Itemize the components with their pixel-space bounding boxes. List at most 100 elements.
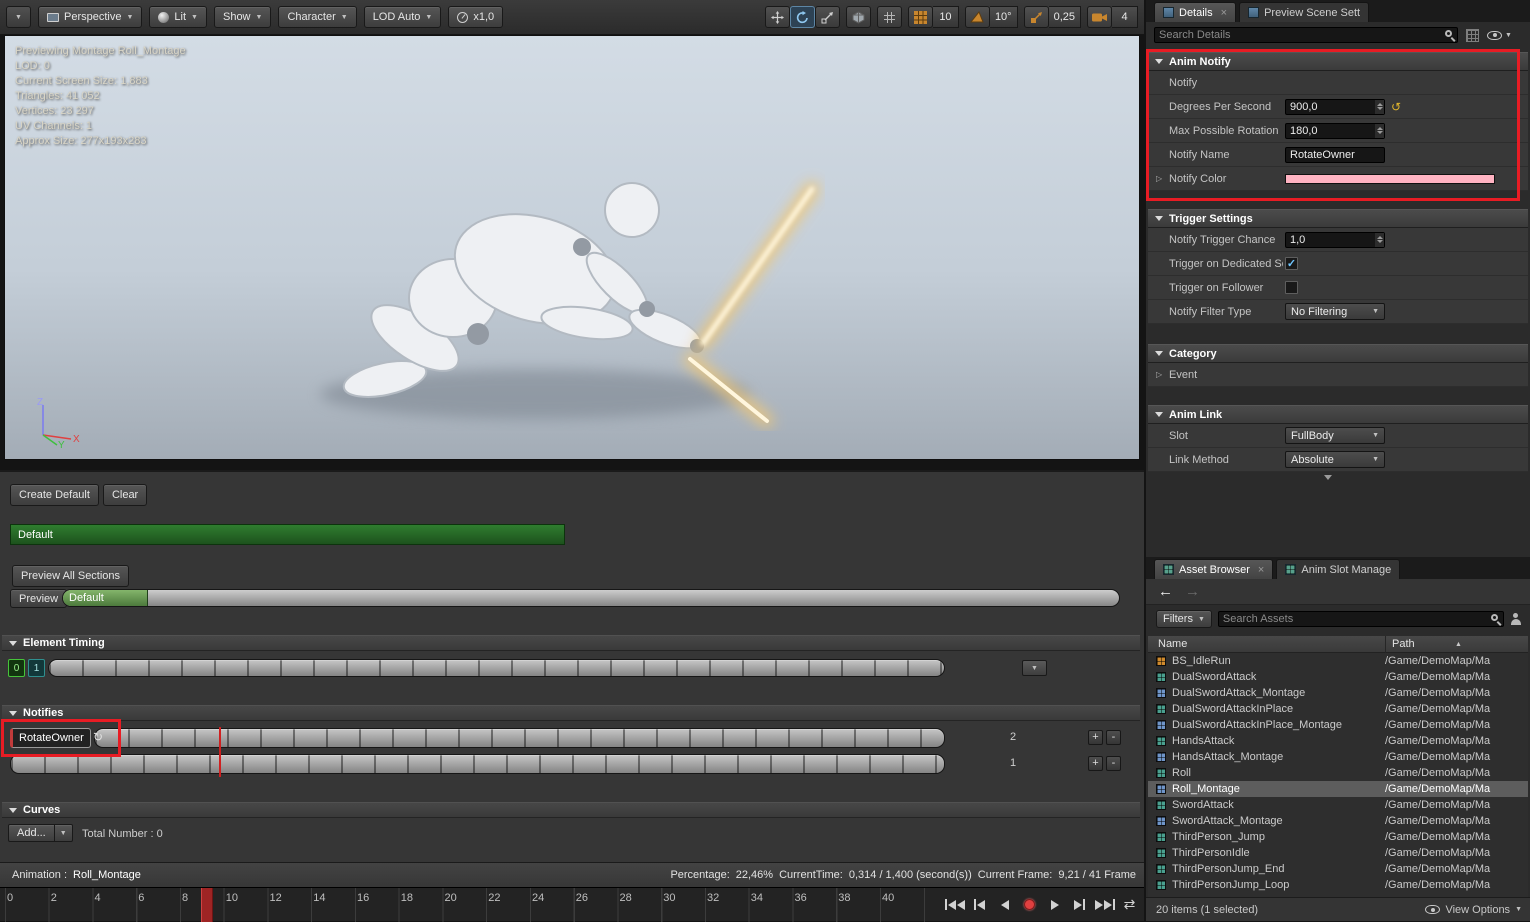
rotation-snap-toggle[interactable] bbox=[965, 6, 990, 28]
rotateowner-notify[interactable]: RotateOwner bbox=[10, 728, 91, 748]
step-forward-button[interactable] bbox=[1067, 892, 1092, 917]
asset-row[interactable]: Roll/Game/DemoMap/Ma bbox=[1148, 765, 1528, 781]
to-end-button[interactable] bbox=[1092, 892, 1117, 917]
element-timing-track[interactable] bbox=[48, 659, 945, 677]
preview-sections-bar[interactable]: Default bbox=[62, 589, 1120, 607]
reset-to-default-icon[interactable]: ↺ bbox=[1391, 101, 1401, 113]
move-tool-button[interactable] bbox=[765, 6, 790, 28]
asset-row[interactable]: SwordAttack/Game/DemoMap/Ma bbox=[1148, 797, 1528, 813]
slot-dropdown[interactable]: FullBody▼ bbox=[1285, 427, 1385, 444]
asset-row[interactable]: ThirdPerson_Jump/Game/DemoMap/Ma bbox=[1148, 829, 1528, 845]
rotation-snap-value-button[interactable]: 10° bbox=[990, 6, 1018, 28]
loop-button[interactable]: ⇄ bbox=[1117, 892, 1142, 917]
montage-section-default[interactable]: Default bbox=[10, 524, 565, 545]
degrees-per-second-input[interactable] bbox=[1285, 99, 1385, 115]
close-icon[interactable]: × bbox=[1221, 7, 1227, 19]
preview-button[interactable]: Preview bbox=[10, 589, 67, 608]
viewport-3d[interactable]: Previewing Montage Roll_MontageLOD: 0Cur… bbox=[4, 35, 1140, 460]
asset-row[interactable]: ThirdPersonIdle/Game/DemoMap/Ma bbox=[1148, 845, 1528, 861]
element-timing-header[interactable]: Element Timing bbox=[2, 635, 1140, 651]
view-visibility-button[interactable]: ▼ bbox=[1487, 31, 1512, 40]
surface-snap-button[interactable] bbox=[877, 6, 902, 28]
filters-button[interactable]: Filters▼ bbox=[1156, 610, 1212, 628]
timeline-ruler[interactable]: ⇄ 0246810121416182022242628303234363840 bbox=[0, 887, 1144, 921]
scale-snap-value-button[interactable]: 0,25 bbox=[1049, 6, 1081, 28]
curves-header[interactable]: Curves bbox=[2, 802, 1140, 818]
create-default-button[interactable]: Create Default bbox=[10, 484, 99, 506]
record-button[interactable] bbox=[1017, 892, 1042, 917]
numeric-spinner[interactable] bbox=[1375, 124, 1384, 138]
dedicated-server-checkbox[interactable] bbox=[1285, 257, 1298, 270]
grid-snap-toggle[interactable] bbox=[908, 6, 933, 28]
preview-all-sections-button[interactable]: Preview All Sections bbox=[12, 565, 129, 587]
search-details-input[interactable] bbox=[1154, 27, 1458, 43]
display-filter-icon[interactable] bbox=[1466, 29, 1479, 42]
details-expander[interactable] bbox=[1324, 480, 1332, 492]
timeline-playhead[interactable] bbox=[201, 888, 213, 922]
search-assets-input[interactable] bbox=[1218, 611, 1504, 627]
step-backward-button[interactable] bbox=[967, 892, 992, 917]
track1-add-button[interactable]: + bbox=[1088, 730, 1103, 745]
grid-snap-value-button[interactable]: 10 bbox=[933, 6, 959, 28]
character-button[interactable]: Character▼ bbox=[278, 6, 356, 28]
timing-display-dropdown[interactable]: ▼ bbox=[1022, 660, 1047, 676]
close-icon[interactable]: × bbox=[1258, 564, 1264, 576]
expand-arrow-icon[interactable]: ▷ bbox=[1156, 174, 1162, 183]
notify-track-1[interactable] bbox=[94, 728, 945, 748]
asset-row[interactable]: Roll_Montage/Game/DemoMap/Ma bbox=[1148, 781, 1528, 797]
asset-row[interactable]: ThirdPersonJump_End/Game/DemoMap/Ma bbox=[1148, 861, 1528, 877]
link-method-dropdown[interactable]: Absolute▼ bbox=[1285, 451, 1385, 468]
tab-asset-browser[interactable]: Asset Browser × bbox=[1154, 559, 1273, 579]
tab-anim-slot-manager[interactable]: Anim Slot Manage bbox=[1276, 559, 1400, 579]
max-possible-rotation-input[interactable] bbox=[1285, 123, 1385, 139]
expand-arrow-icon[interactable]: ▷ bbox=[1156, 370, 1162, 379]
notify-name-input[interactable] bbox=[1285, 147, 1385, 163]
asset-row[interactable]: DualSwordAttackInPlace_Montage/Game/Demo… bbox=[1148, 717, 1528, 733]
lod-auto-button[interactable]: LOD Auto▼ bbox=[364, 6, 442, 28]
trigger-settings-header[interactable]: Trigger Settings bbox=[1148, 209, 1528, 228]
add-curve-dropdown[interactable]: ▼ bbox=[55, 824, 73, 842]
column-divider[interactable] bbox=[1385, 636, 1386, 653]
lit-button[interactable]: Lit▼ bbox=[149, 6, 207, 28]
column-name[interactable]: Name bbox=[1158, 638, 1187, 650]
coordinate-space-button[interactable] bbox=[846, 6, 871, 28]
tab-preview-scene-settings[interactable]: Preview Scene Sett bbox=[1239, 2, 1369, 22]
asset-row[interactable]: DualSwordAttack/Game/DemoMap/Ma bbox=[1148, 669, 1528, 685]
column-path[interactable]: Path bbox=[1392, 638, 1415, 650]
anim-notify-header[interactable]: Anim Notify bbox=[1148, 52, 1528, 71]
timing-marker-1[interactable]: 1 bbox=[28, 659, 45, 677]
forward-arrow-icon[interactable]: → bbox=[1185, 583, 1200, 600]
numeric-spinner[interactable] bbox=[1375, 233, 1384, 247]
notify-trigger-chance-input[interactable] bbox=[1285, 232, 1385, 248]
camera-speed-button[interactable] bbox=[1087, 6, 1112, 28]
track2-add-button[interactable]: + bbox=[1088, 756, 1103, 771]
perspective-button[interactable]: Perspective▼ bbox=[38, 6, 142, 28]
numeric-spinner[interactable] bbox=[1375, 100, 1384, 114]
notify-color-swatch[interactable] bbox=[1285, 174, 1495, 184]
camera-speed-value-button[interactable]: 4 bbox=[1112, 6, 1138, 28]
asset-row[interactable]: HandsAttack_Montage/Game/DemoMap/Ma bbox=[1148, 749, 1528, 765]
notify-track-2[interactable] bbox=[10, 754, 945, 774]
preview-default-segment[interactable]: Default bbox=[63, 590, 148, 606]
back-arrow-icon[interactable]: ← bbox=[1158, 583, 1173, 600]
category-header[interactable]: Category bbox=[1148, 344, 1528, 363]
notify-sync-icon[interactable]: ↻ bbox=[93, 730, 103, 744]
timing-marker-0[interactable]: 0 bbox=[8, 659, 25, 677]
asset-row[interactable]: SwordAttack_Montage/Game/DemoMap/Ma bbox=[1148, 813, 1528, 829]
notifies-header[interactable]: Notifies bbox=[2, 705, 1140, 721]
play-forward-button[interactable] bbox=[1042, 892, 1067, 917]
show-button[interactable]: Show▼ bbox=[214, 6, 271, 28]
clear-button[interactable]: Clear bbox=[103, 484, 147, 506]
follower-checkbox[interactable] bbox=[1285, 281, 1298, 294]
asset-row[interactable]: BS_IdleRun/Game/DemoMap/Ma bbox=[1148, 653, 1528, 669]
asset-row[interactable]: ThirdPersonJump_Loop/Game/DemoMap/Ma bbox=[1148, 877, 1528, 893]
asset-row[interactable]: DualSwordAttackInPlace/Game/DemoMap/Ma bbox=[1148, 701, 1528, 717]
developers-filter-icon[interactable] bbox=[1510, 613, 1522, 625]
scale-tool-button[interactable] bbox=[815, 6, 840, 28]
rotate-tool-button[interactable] bbox=[790, 6, 815, 28]
notify-filter-dropdown[interactable]: No Filtering▼ bbox=[1285, 303, 1385, 320]
asset-row[interactable]: HandsAttack/Game/DemoMap/Ma bbox=[1148, 733, 1528, 749]
track2-remove-button[interactable]: - bbox=[1106, 756, 1121, 771]
asset-row[interactable]: DualSwordAttack_Montage/Game/DemoMap/Ma bbox=[1148, 685, 1528, 701]
anim-link-header[interactable]: Anim Link bbox=[1148, 405, 1528, 424]
